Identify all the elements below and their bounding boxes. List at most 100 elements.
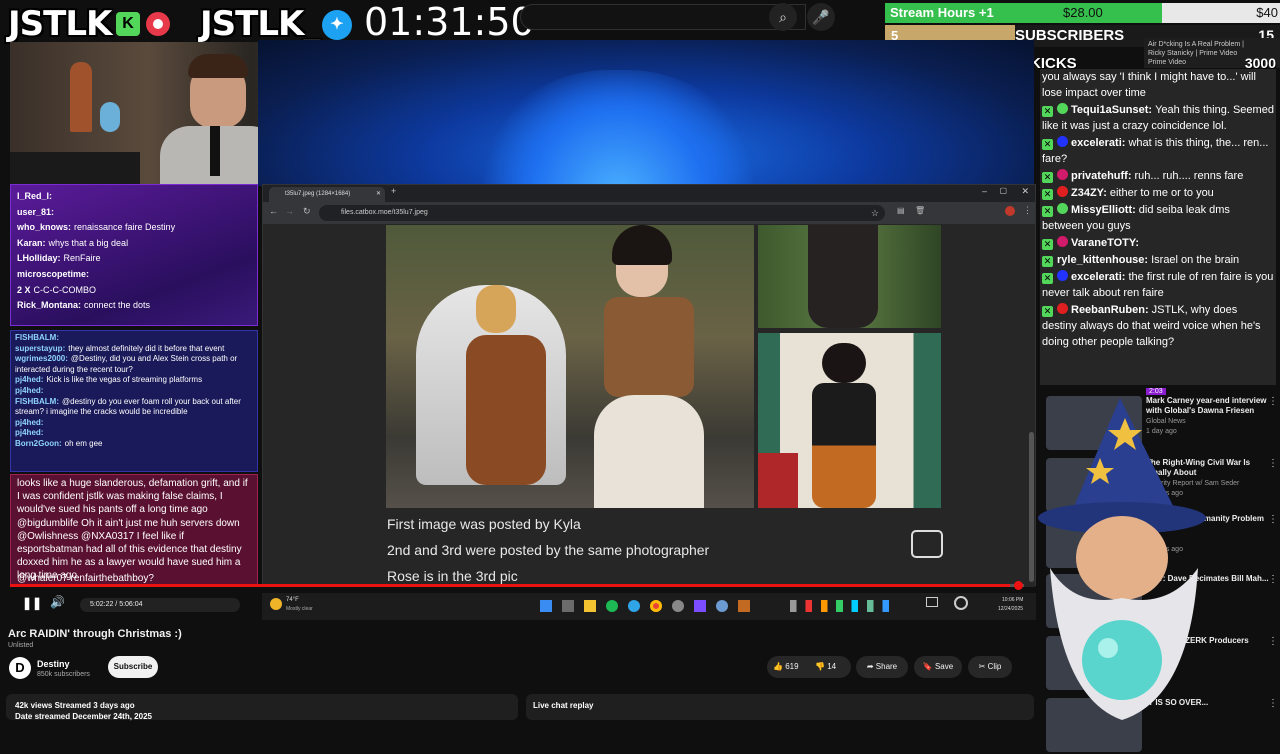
spotify-icon[interactable] <box>606 600 618 612</box>
chat-b-username: pj4hed: <box>15 428 44 438</box>
share-button[interactable]: ➦ Share <box>856 656 908 678</box>
chat-b-username: Born2Goon: <box>15 438 62 448</box>
url-field[interactable]: files.catbox.moe/t35lu7.jpeg ☆ <box>319 205 885 221</box>
desktop-wallpaper <box>258 40 1034 186</box>
dislike-button[interactable]: 👎 14 <box>815 656 836 678</box>
windows-start-icon[interactable] <box>540 600 552 612</box>
live-chat-replay-panel[interactable]: Live chat replay <box>526 694 1034 720</box>
url-text: files.catbox.moe/t35lu7.jpeg <box>341 209 428 216</box>
tab-close-icon[interactable]: ✕ <box>376 187 381 202</box>
task-view-icon[interactable] <box>562 600 574 612</box>
search-icon[interactable]: ⌕ <box>769 3 797 31</box>
video-progress-bar[interactable] <box>10 581 1024 590</box>
volume-icon[interactable]: 🔊 <box>50 595 65 609</box>
right-chat-username: ryle_kittenhouse: <box>1057 254 1149 266</box>
extension-icon[interactable]: ▤ <box>897 206 905 215</box>
more-options-icon[interactable]: ⋮ <box>1268 396 1278 407</box>
browser-tab[interactable]: t35lu7.jpeg (1284×1684) ✕ <box>269 187 385 202</box>
window-close-icon[interactable]: ✕ <box>1021 186 1029 197</box>
weather-icon[interactable] <box>270 598 282 610</box>
bookmark-star-icon[interactable]: ☆ <box>871 205 879 221</box>
right-chat-username: VaraneTOTY: <box>1071 237 1140 249</box>
subscribe-button[interactable]: Subscribe <box>108 656 158 678</box>
right-chat-text: Israel on the brain <box>1151 254 1240 266</box>
chat-b-message: wgrimes2000: @Destiny, did you and Alex S… <box>15 354 253 375</box>
description-box[interactable]: 42k views Streamed 3 days ago Date strea… <box>6 694 518 721</box>
taskbar-time: 10:06 PM <box>1002 597 1024 603</box>
save-button[interactable]: 🔖 Save <box>914 656 962 678</box>
caption-line-1: First image was posted by Kyla <box>387 516 581 532</box>
chat-b-list: FISHBALM: superstayup: they almost definit… <box>15 333 253 450</box>
clip-button[interactable]: ✂ Clip <box>968 656 1012 678</box>
more-options-icon[interactable]: ⋮ <box>1268 574 1278 585</box>
maximize-icon[interactable]: ▢ <box>999 186 1007 195</box>
microphone-icon[interactable]: 🎤 <box>807 3 835 31</box>
scrubber-handle[interactable] <box>1013 581 1023 590</box>
wizard-mascot <box>1038 398 1206 720</box>
trash-icon[interactable]: 🗑 <box>915 206 925 215</box>
chat-a-message: user_81: <box>17 205 251 221</box>
chat-a-message: 2 X C-C-C-COMBO <box>17 283 251 299</box>
system-tray-icons[interactable] <box>790 600 900 612</box>
minimize-icon[interactable]: – <box>982 186 987 196</box>
right-chat-message: ✕ ryle_kittenhouse: Israel on the brain <box>1042 252 1274 268</box>
edge-icon[interactable] <box>628 600 640 612</box>
more-options-icon[interactable]: ⋮ <box>1268 698 1278 709</box>
new-tab-icon[interactable]: + <box>391 186 396 196</box>
photo-3 <box>758 333 941 508</box>
browser-window: t35lu7.jpeg (1284×1684) ✕ + – ▢ ✕ ← → ↻ … <box>262 184 1036 587</box>
subscriber-count: 850k subscribers <box>37 671 90 678</box>
search-input[interactable] <box>520 4 806 30</box>
right-chat-message: ✕ MissyElliott: did seiba leak dms between… <box>1042 202 1274 234</box>
chat-b-username: FISHBALM: <box>15 396 59 406</box>
back-icon[interactable]: ← <box>269 206 278 216</box>
weather-desc: Mostly clear <box>286 606 313 612</box>
user-badge-icon <box>1057 303 1068 314</box>
forward-icon[interactable]: → <box>285 206 294 216</box>
chat-overlay-a: I_Red_I: user_81: who_knows: renaissance fa… <box>10 184 258 326</box>
more-options-icon[interactable]: ⋮ <box>1268 458 1278 469</box>
amount-current: $28.00 <box>1063 5 1103 20</box>
user-badge-icon <box>1057 270 1068 281</box>
photo-2 <box>758 225 941 328</box>
settings-gear-icon[interactable] <box>716 600 728 612</box>
more-options-icon[interactable]: ⋮ <box>1268 636 1278 647</box>
chat-a-message: Karan: whys that a big deal <box>17 236 251 252</box>
reload-icon[interactable]: ↻ <box>303 206 311 217</box>
chat-c-text: looks like a huge slanderous, defamation… <box>17 478 248 582</box>
chat-a-username: LHolliday: <box>17 253 61 264</box>
like-button[interactable]: 👍 619 <box>773 656 799 678</box>
right-chat-text: ruh... ruh.... renns fare <box>1134 170 1244 182</box>
microphone-arm <box>210 126 220 176</box>
photo-1-mask <box>476 285 516 333</box>
caption-line-3: Rose is in the 3rd pic <box>387 568 518 584</box>
channel-name[interactable]: Destiny <box>37 659 70 669</box>
right-chat-message: ✕ Tequi1aSunset: Yeah this thing. Seemed l… <box>1042 102 1274 134</box>
file-explorer-icon[interactable] <box>584 600 596 612</box>
profile-avatar[interactable] <box>1005 206 1015 216</box>
right-chat-text: either to me or to you <box>1109 187 1214 199</box>
photo-1 <box>386 225 754 508</box>
tray-settings-icon[interactable] <box>954 596 968 610</box>
browser-menu-icon[interactable]: ⋮ <box>1023 205 1032 216</box>
pause-icon[interactable]: ❚❚ <box>22 596 42 610</box>
visual-search-icon[interactable] <box>911 530 943 558</box>
monitor-icon[interactable] <box>926 597 938 607</box>
chat-a-username: I_Red_I: <box>17 191 53 201</box>
more-options-icon[interactable]: ⋮ <box>1268 514 1278 525</box>
chat-a-username: 2 X <box>17 284 31 295</box>
chat-b-text: Kick is like the vegas of streaming plat… <box>46 375 203 385</box>
chat-a-message: microscopetime: <box>17 267 251 283</box>
photo-3-dress <box>812 383 876 508</box>
keyboard-shape <box>10 152 140 184</box>
channel-avatar[interactable]: D <box>9 657 31 679</box>
chat-overlay-c: looks like a huge slanderous, defamation… <box>10 474 258 586</box>
moderator-check-icon: ✕ <box>1042 106 1053 117</box>
app-icon-1[interactable] <box>672 600 684 612</box>
view-stats: 42k views Streamed 3 days ago <box>15 701 135 710</box>
weather-temp: 74°F <box>286 597 299 603</box>
app-icon-2[interactable] <box>694 600 706 612</box>
chrome-icon[interactable] <box>650 600 662 612</box>
chat-a-message: Rick_Montana: connect the dots <box>17 298 251 314</box>
app-icon-3[interactable] <box>738 600 750 612</box>
